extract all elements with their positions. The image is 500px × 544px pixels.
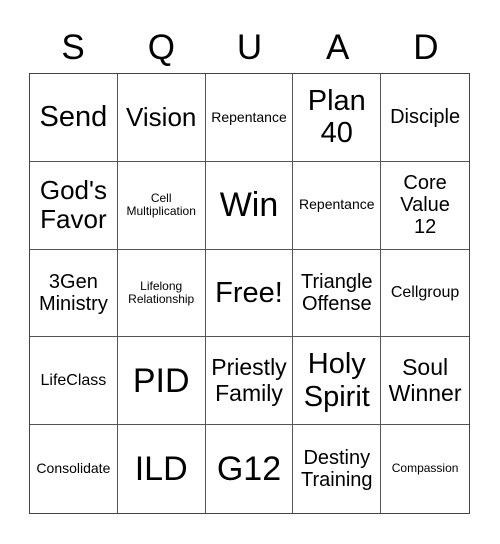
header-letter-a: A <box>326 28 350 67</box>
bingo-cell[interactable]: PID <box>117 337 206 426</box>
bingo-cell[interactable]: Consolidate <box>30 425 118 513</box>
bingo-cell[interactable]: Core Value 12 <box>381 162 469 250</box>
header-letter-q: Q <box>147 28 175 67</box>
cell-text: G12 <box>216 450 282 489</box>
cell-text: Win <box>219 186 279 225</box>
bingo-cell[interactable]: God's Favor <box>30 161 118 250</box>
bingo-cell[interactable]: Lifelong Relationship <box>117 249 206 338</box>
cell-text: Consolidate <box>36 460 111 477</box>
cell-text: Repentance <box>211 108 287 125</box>
cell-text: Destiny Training <box>301 446 373 492</box>
cell-text: Lifelong Relationship <box>128 278 195 306</box>
cell-text: Disciple <box>390 106 461 129</box>
header-letter-u: U <box>236 28 263 67</box>
cell-text: God's Favor <box>39 175 107 235</box>
bingo-cell[interactable]: LifeClass <box>30 337 118 426</box>
cell-text: ILD <box>134 450 188 489</box>
bingo-cell[interactable]: Triangle Offense <box>293 249 382 338</box>
header-letter-d: D <box>413 28 439 67</box>
bingo-cell[interactable]: Cellgroup <box>381 250 469 338</box>
bingo-cell[interactable]: Vision <box>117 74 206 162</box>
cell-text: Holy Spirit <box>303 348 370 413</box>
bingo-cell[interactable]: Plan 40 <box>293 74 382 162</box>
bingo-cell[interactable]: Compassion <box>381 425 469 513</box>
header-letter-s: S <box>61 28 85 67</box>
cell-text: Cell Multiplication <box>126 190 196 219</box>
bingo-cell[interactable]: Repentance <box>205 74 294 162</box>
bingo-cell[interactable]: Win <box>205 161 294 250</box>
cell-text: PID <box>132 361 190 400</box>
cell-text: Core Value 12 <box>400 171 450 239</box>
bingo-cell[interactable]: 3Gen Ministry <box>30 249 118 338</box>
bingo-cell[interactable]: G12 <box>206 425 294 513</box>
bingo-cell[interactable]: Send <box>30 74 118 162</box>
bingo-cell[interactable]: Repentance <box>293 161 382 250</box>
cell-text: Vision <box>126 101 197 132</box>
bingo-cell[interactable]: Soul Winner <box>381 337 469 426</box>
cell-text: Soul Winner <box>388 354 462 406</box>
bingo-cell[interactable]: ILD <box>118 425 206 513</box>
bingo-cell[interactable]: Destiny Training <box>293 425 382 513</box>
cell-text: Priestly Family <box>211 354 287 406</box>
bingo-cell[interactable]: Priestly Family <box>205 337 294 426</box>
cell-text: Free! <box>215 276 283 309</box>
bingo-header: S Q U A D <box>29 24 470 72</box>
bingo-cell[interactable]: Cell Multiplication <box>117 161 206 250</box>
bingo-cell[interactable]: Holy Spirit <box>293 337 382 426</box>
cell-text: LifeClass <box>40 371 107 389</box>
cell-text: Repentance <box>299 196 375 213</box>
cell-text: Compassion <box>391 461 459 476</box>
cell-text: 3Gen Ministry <box>38 270 108 315</box>
free-space-cell[interactable]: Free! <box>205 249 294 338</box>
bingo-board: Send Vision Repentance Plan 40 Disciple … <box>29 73 470 514</box>
cell-text: Triangle Offense <box>301 270 373 315</box>
bingo-cell[interactable]: Disciple <box>381 74 469 162</box>
cell-text: Cellgroup <box>390 284 460 302</box>
cell-text: Send <box>39 101 108 134</box>
cell-text: Plan 40 <box>307 84 366 150</box>
